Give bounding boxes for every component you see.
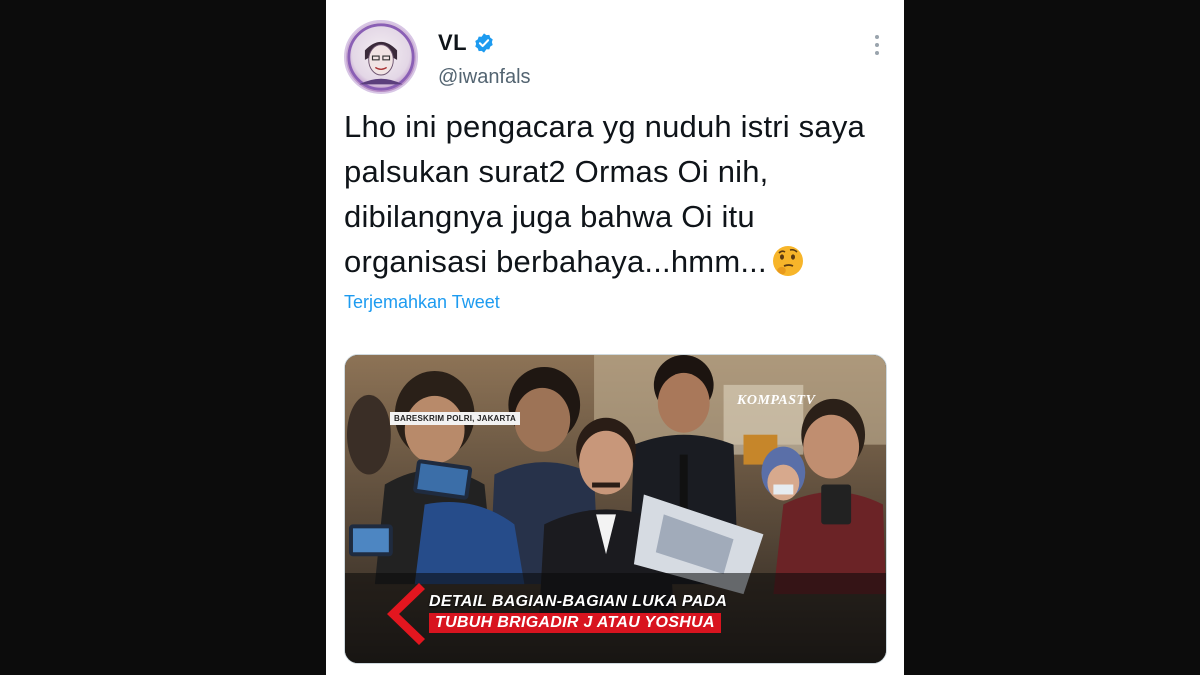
avatar-portrait-icon bbox=[347, 23, 415, 91]
tweet-card: VL @iwanfals Lho ini pengacara yg nuduh … bbox=[326, 0, 904, 675]
location-tag: BARESKRIM POLRI, JAKARTA bbox=[390, 412, 520, 425]
headline-line-2: TUBUH BRIGADIR J ATAU YOSHUA bbox=[429, 613, 721, 633]
author-display-name[interactable]: VL bbox=[438, 30, 467, 56]
translate-tweet-link[interactable]: Terjemahkan Tweet bbox=[344, 292, 500, 313]
author-name-row: VL bbox=[438, 30, 495, 56]
more-options-icon[interactable] bbox=[872, 32, 882, 58]
channel-logo: KOMPASTV bbox=[737, 393, 816, 408]
profile-avatar[interactable] bbox=[344, 20, 418, 94]
author-handle[interactable]: @iwanfals bbox=[438, 66, 531, 89]
tweet-media-image[interactable]: KOMPASTV BARESKRIM POLRI, JAKARTA DETAIL… bbox=[344, 354, 887, 664]
chevron-left-icon bbox=[387, 583, 425, 645]
verified-badge-icon bbox=[473, 32, 495, 54]
tweet-body: Lho ini pengacara yg nuduh istri saya pa… bbox=[344, 104, 889, 284]
headline-line-1: DETAIL BAGIAN-BAGIAN LUKA PADA bbox=[429, 593, 728, 610]
thinking-face-icon bbox=[771, 244, 805, 278]
